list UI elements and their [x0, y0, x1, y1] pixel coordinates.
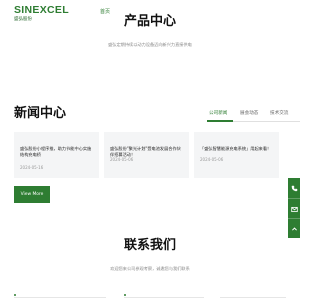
news-card[interactable]: 盛弘股份小程序推，助力节能中心实施结构充电桥 2024-05-16: [14, 132, 99, 178]
contact-section-subtitle: 欢迎您来公司参观考察，诚邀您与我们联系: [110, 266, 190, 271]
contact-section-title: 联系我们: [123, 238, 176, 253]
phone-icon[interactable]: [288, 178, 300, 198]
tab-tech-exchange[interactable]: 技术交流: [270, 111, 288, 117]
news-section-title: 新闻中心: [14, 106, 67, 121]
message-icon[interactable]: [288, 198, 300, 219]
form-field-marker: [14, 294, 16, 296]
news-card-date: 2024-05-16: [20, 165, 44, 170]
floating-contact-bar: [288, 178, 300, 238]
form-field-underline[interactable]: [14, 297, 106, 298]
form-field-marker: [124, 294, 126, 296]
tab-company-news[interactable]: 公司新闻: [209, 111, 227, 117]
news-card-title: 「盛弘智慧能源充电系统」用起来看！: [200, 146, 272, 151]
products-section-title: 产品中心: [123, 14, 176, 29]
products-section-subtitle: 盛弘定期持续以动力设备迈向新兴力直接供电: [108, 42, 192, 47]
active-tab-indicator: [207, 120, 233, 122]
tab-exhibition-news[interactable]: 展会动态: [240, 111, 258, 117]
view-more-button[interactable]: View More: [14, 186, 50, 203]
news-card[interactable]: 盛弘股份"聚光计划"暨电池发展合作伙伴招募活动！ 2024-05-06: [104, 132, 189, 178]
form-field-underline[interactable]: [220, 297, 286, 298]
news-card-date: 2024-05-06: [110, 157, 134, 162]
news-card[interactable]: 「盛弘智慧能源充电系统」用起来看！ 2024-05-06: [194, 132, 279, 178]
news-card-title: 盛弘股份小程序推，助力节能中心实施结构充电桥: [20, 146, 92, 157]
form-field-underline[interactable]: [124, 297, 204, 298]
news-card-date: 2024-05-06: [200, 157, 224, 162]
top-icon[interactable]: [288, 218, 300, 239]
